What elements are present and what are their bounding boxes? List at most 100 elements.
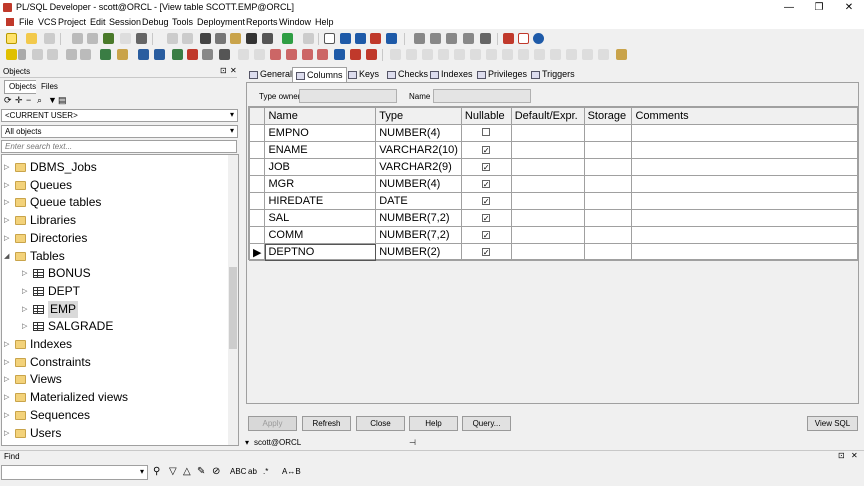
cell-default[interactable]	[510, 175, 585, 193]
record-icon[interactable]	[270, 49, 281, 60]
close-button[interactable]: Close	[356, 416, 405, 431]
cell-nullable[interactable]: ✓	[460, 209, 512, 227]
tab-general[interactable]: General	[249, 67, 292, 82]
replace-icon[interactable]	[262, 33, 273, 44]
cell-storage[interactable]	[583, 226, 633, 244]
cell-nullable[interactable]: ✓	[460, 243, 512, 261]
tab-indexes[interactable]: Indexes	[430, 67, 473, 82]
print-icon[interactable]	[87, 33, 98, 44]
expand-icon[interactable]: ▷	[22, 283, 30, 300]
cell-comments[interactable]	[631, 243, 858, 261]
disconnect-icon[interactable]	[117, 49, 128, 60]
cell-name[interactable]: ENAME	[264, 141, 377, 159]
layout-icon[interactable]	[414, 33, 425, 44]
info-icon[interactable]	[533, 33, 544, 44]
cell-nullable[interactable]: ✓	[460, 141, 512, 159]
replace-icon[interactable]: A↔B	[282, 467, 301, 476]
copy-icon[interactable]	[215, 33, 226, 44]
nullable-checkbox[interactable]: ✓	[481, 231, 490, 240]
cell-nullable[interactable]: ✓	[460, 226, 512, 244]
table-tool-icon[interactable]	[154, 49, 165, 60]
cell-name[interactable]: JOB	[264, 158, 377, 176]
cell-comments[interactable]	[631, 158, 858, 176]
tree-item[interactable]: ▷ Users	[2, 425, 228, 442]
tab-files[interactable]: Files	[36, 80, 63, 94]
expand-icon[interactable]: ▷	[4, 425, 12, 442]
cell-comments[interactable]	[631, 209, 858, 227]
expand-icon[interactable]: ◢	[4, 248, 12, 265]
object-tree[interactable]: ▷ DBMS_Jobs ▷ Queues ▷ Queue tables ▷ Libraries…	[1, 154, 239, 446]
tab-privileges[interactable]: Privileges	[477, 67, 527, 82]
col-header-nullable[interactable]: Nullable	[460, 107, 512, 125]
expand-icon[interactable]: ▷	[22, 301, 30, 318]
commit-icon[interactable]	[32, 49, 43, 60]
bookmark-prev-icon[interactable]	[317, 49, 328, 60]
filter-icon[interactable]: ▼	[48, 95, 57, 105]
wrench-icon[interactable]	[219, 49, 230, 60]
cell-default[interactable]	[510, 124, 585, 142]
expand-icon[interactable]: ▷	[22, 265, 30, 282]
find-prev-icon[interactable]: △	[183, 466, 191, 477]
cell-comments[interactable]	[631, 124, 858, 142]
expand-icon[interactable]: ▷	[4, 371, 12, 388]
grid-row[interactable]: JOB VARCHAR2(9) ✓	[248, 158, 858, 176]
col-header-name[interactable]: Name	[264, 107, 377, 125]
menu-window[interactable]: Window	[279, 17, 311, 27]
menu-project[interactable]: Project	[58, 17, 86, 27]
cell-storage[interactable]	[583, 175, 633, 193]
col-header-type[interactable]: Type	[375, 107, 462, 125]
col-header-default[interactable]: Default/Expr.	[510, 107, 585, 125]
bookmark-next-icon[interactable]	[302, 49, 313, 60]
menu-edit[interactable]: Edit	[90, 17, 106, 27]
tree-item[interactable]: ▷ DEPT	[2, 283, 228, 300]
tab-keys[interactable]: Keys	[348, 67, 379, 82]
cell-comments[interactable]	[631, 192, 858, 210]
cell-nullable[interactable]: ✓	[460, 192, 512, 210]
row-indicator[interactable]: ▶	[248, 243, 266, 261]
cell-storage[interactable]	[583, 124, 633, 142]
folder-add-icon[interactable]: ▤	[58, 95, 67, 106]
grid-row[interactable]: MGR NUMBER(4) ✓	[248, 175, 858, 193]
close-find-icon[interactable]: ✕	[851, 451, 858, 460]
cell-type[interactable]: NUMBER(7,2)	[375, 226, 462, 244]
expand-icon[interactable]: ▷	[4, 194, 12, 211]
tree-item[interactable]: ▷ Sequences	[2, 407, 228, 424]
cell-type[interactable]: VARCHAR2(10)	[375, 141, 462, 159]
cell-nullable[interactable]	[460, 124, 512, 142]
tree-item[interactable]: ▷ Views	[2, 371, 228, 388]
cell-default[interactable]	[510, 141, 585, 159]
nullable-checkbox[interactable]: ✓	[481, 197, 490, 206]
find-next-icon[interactable]: ▽	[169, 466, 177, 477]
tree-item[interactable]: ▷ Directories	[2, 230, 228, 247]
find-icon[interactable]	[246, 33, 257, 44]
restore-button[interactable]: ❐	[804, 0, 834, 15]
rollback-icon[interactable]	[47, 49, 58, 60]
expand-icon[interactable]: ▷	[4, 177, 12, 194]
unindent-icon[interactable]	[355, 33, 366, 44]
cell-name[interactable]: MGR	[264, 175, 377, 193]
grid-row[interactable]: COMM NUMBER(7,2) ✓	[248, 226, 858, 244]
tree-item[interactable]: ▷ Materialized views	[2, 389, 228, 406]
cut-icon[interactable]	[200, 33, 211, 44]
menu-file[interactable]: File	[19, 17, 34, 27]
row-indicator[interactable]	[248, 209, 266, 227]
tree-scrollbar[interactable]	[228, 155, 238, 445]
view-sql-button[interactable]: View SQL	[807, 416, 858, 431]
delete-icon[interactable]	[187, 49, 198, 60]
columns-grid[interactable]: Name Type Nullable Default/Expr. Storage…	[248, 106, 859, 261]
tree-item[interactable]: ▷ Queue tables	[2, 194, 228, 211]
back-icon[interactable]	[303, 33, 314, 44]
cell-type[interactable]: VARCHAR2(9)	[375, 158, 462, 176]
menu-tools[interactable]: Tools	[172, 17, 193, 27]
schema-icon[interactable]	[138, 49, 149, 60]
menu-reports[interactable]: Reports	[246, 17, 278, 27]
menu-deployment[interactable]: Deployment	[197, 17, 245, 27]
col-header-storage[interactable]: Storage	[583, 107, 633, 125]
tool-icon[interactable]	[238, 49, 249, 60]
add-icon[interactable]: ✛	[15, 95, 23, 106]
cell-type[interactable]: NUMBER(4)	[375, 124, 462, 142]
connection-dropdown-icon[interactable]: ▾	[245, 438, 249, 447]
bookmark-icon[interactable]	[286, 49, 297, 60]
expand-icon[interactable]: ▷	[4, 159, 12, 176]
cell-comments[interactable]	[631, 226, 858, 244]
